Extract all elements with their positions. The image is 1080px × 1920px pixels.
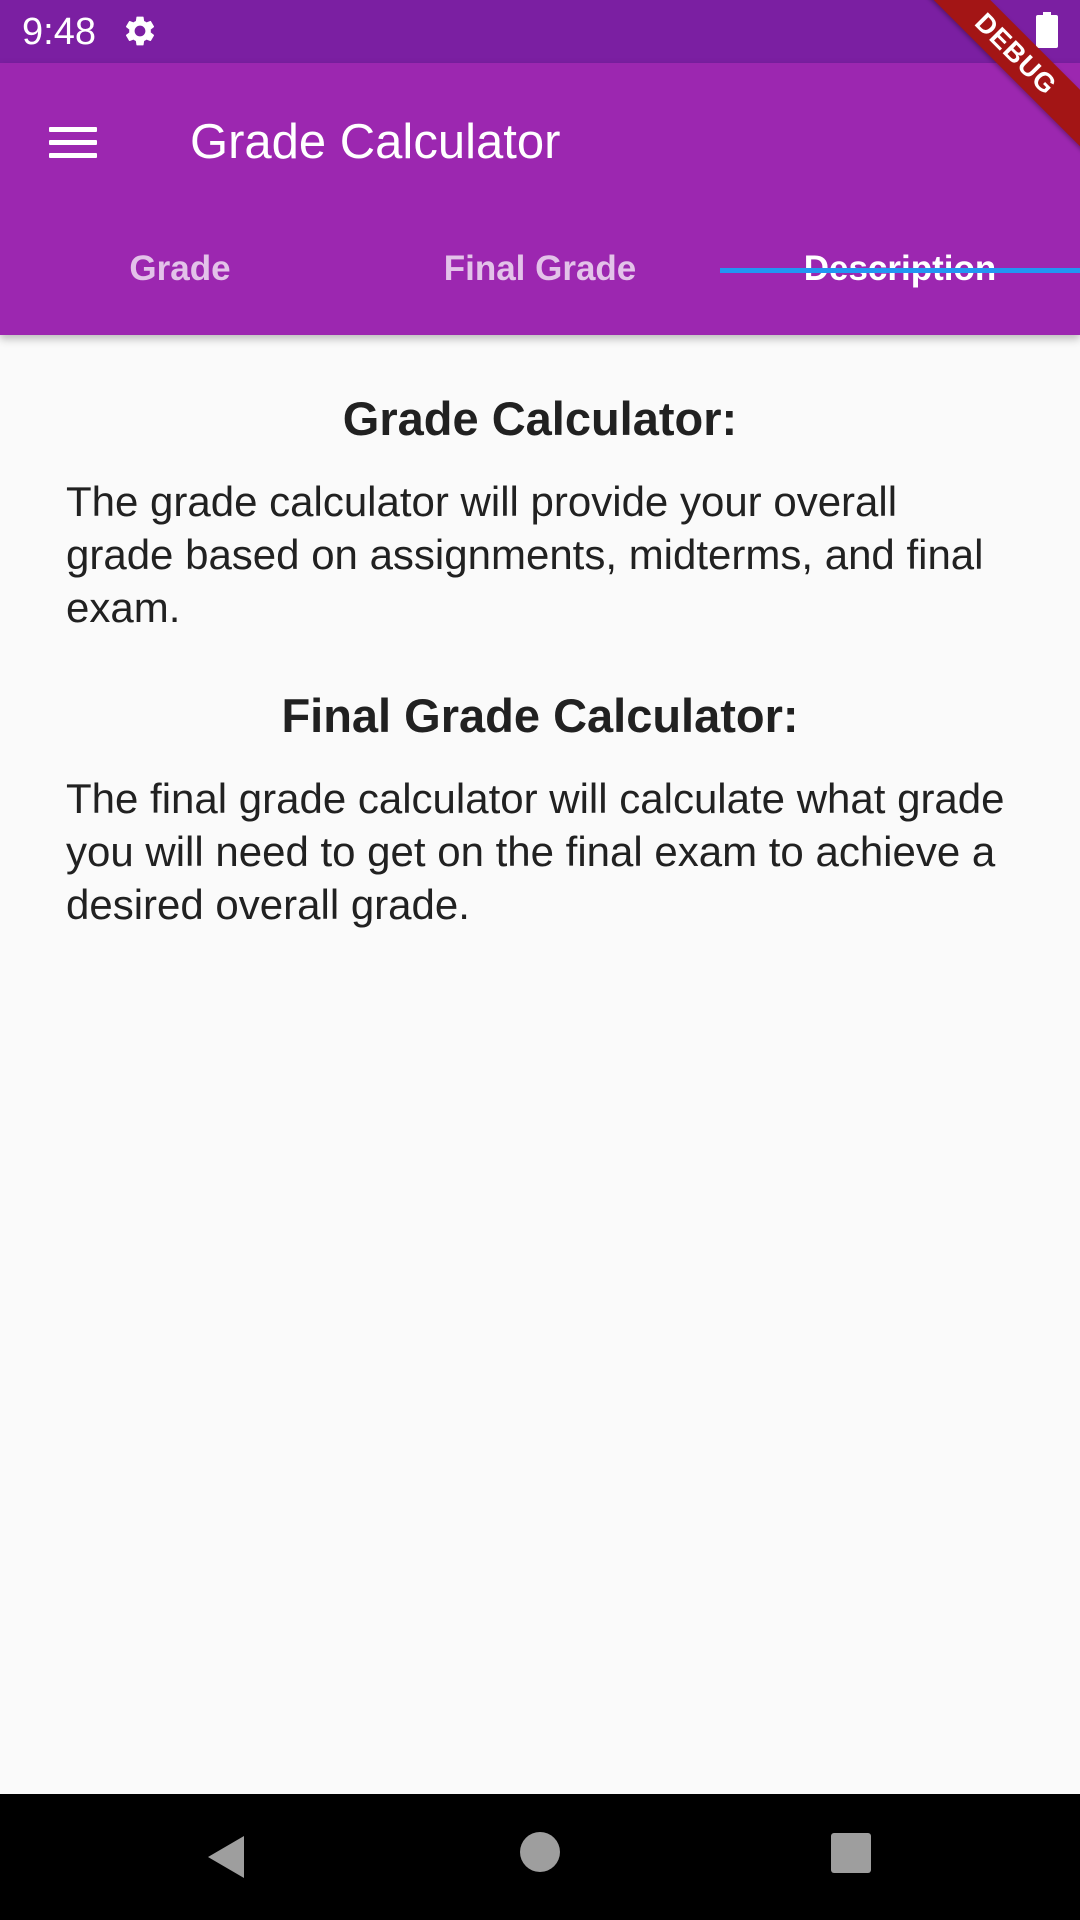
tab-indicator [720, 268, 1080, 273]
home-icon[interactable] [520, 1832, 560, 1872]
navigation-bar [0, 1794, 1080, 1920]
section-text: The grade calculator will provide your o… [66, 478, 984, 631]
section-text: The final grade calculator will calculat… [66, 775, 1005, 928]
hamburger-menu-icon[interactable] [36, 105, 110, 179]
screen: 9:48 Grade Calculator Grade Final Grade … [0, 0, 1080, 1920]
back-icon[interactable] [204, 1834, 248, 1880]
status-bar: 9:48 [0, 0, 1080, 63]
tab-grade[interactable]: Grade [0, 219, 360, 319]
tab-final-grade[interactable]: Final Grade [360, 219, 720, 319]
recents-icon[interactable] [831, 1833, 871, 1873]
section-title: Grade Calculator: [342, 392, 738, 445]
battery-icon [1036, 12, 1058, 48]
app-title: Grade Calculator [190, 115, 561, 169]
status-time: 9:48 [22, 11, 96, 53]
app-bar: Grade Calculator Grade Final Grade Descr… [0, 63, 1080, 335]
gear-icon [125, 16, 155, 46]
tab-bar: Grade Final Grade Description [0, 233, 1080, 335]
section-title: Final Grade Calculator: [281, 689, 799, 742]
